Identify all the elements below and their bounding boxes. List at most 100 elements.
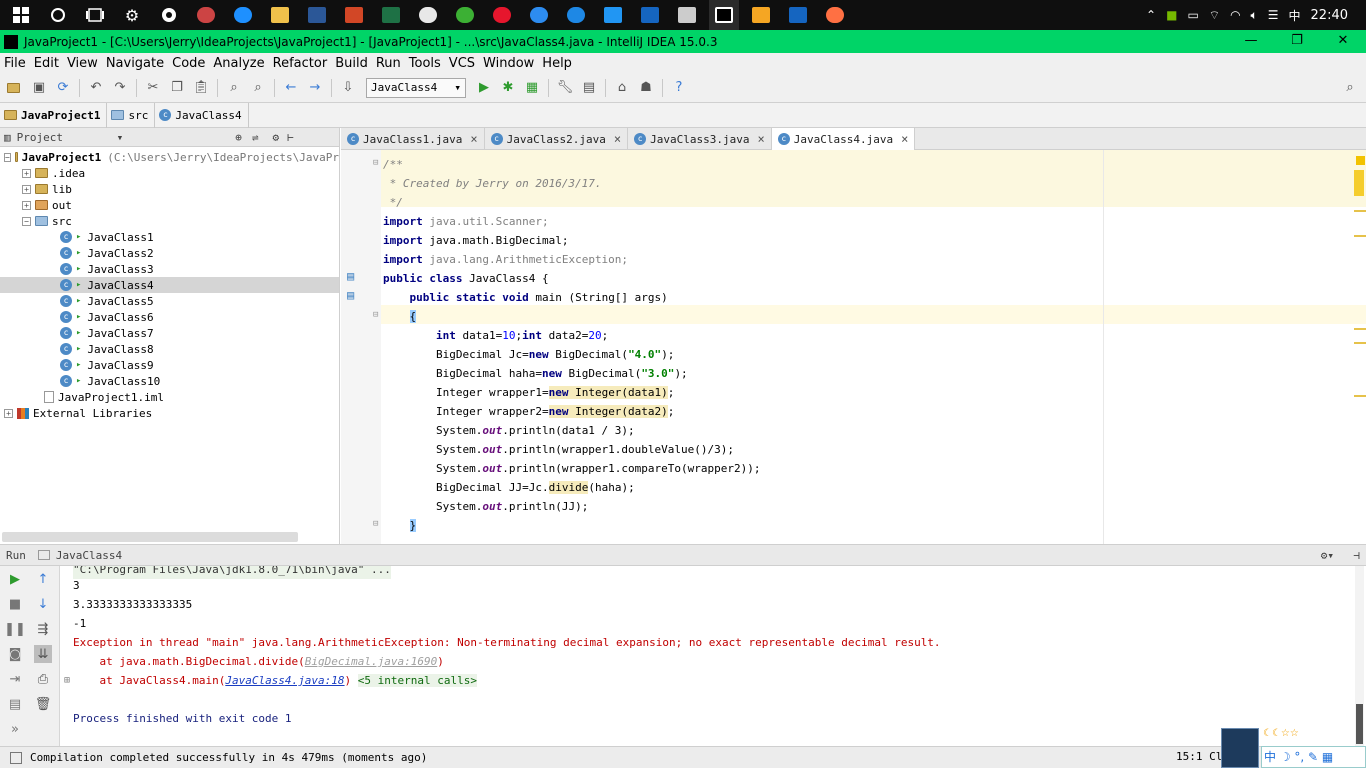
windows-start-icon[interactable] xyxy=(6,0,36,30)
fold-icon[interactable]: ⊟ xyxy=(373,310,378,320)
scroll-from-source-icon[interactable]: ⊕ xyxy=(235,131,242,144)
menu-file[interactable]: File xyxy=(4,56,26,71)
gear-icon[interactable]: ⚙ xyxy=(273,131,280,144)
help-icon[interactable]: ? xyxy=(670,79,688,97)
word-icon[interactable] xyxy=(302,0,332,30)
nvidia-icon[interactable]: ■ xyxy=(1166,8,1177,22)
rerun-icon[interactable]: ▶ xyxy=(6,570,24,588)
vm-icon[interactable] xyxy=(635,0,665,30)
soft-wrap-icon[interactable]: ⇶ xyxy=(34,620,52,638)
hide-panel-icon[interactable]: ⊣ xyxy=(1353,549,1360,562)
app2-icon[interactable] xyxy=(672,0,702,30)
fold-icon[interactable]: ⊟ xyxy=(373,158,378,168)
photo-icon[interactable] xyxy=(598,0,628,30)
tree-node-class[interactable]: c ▸ JavaClass6 xyxy=(0,309,339,325)
breadcrumb-class[interactable]: c JavaClass4 xyxy=(155,102,249,128)
tree-node-class[interactable]: c ▸ JavaClass9 xyxy=(0,357,339,373)
collapse-icon[interactable]: − xyxy=(4,152,11,162)
up-arrow-icon[interactable]: ↑ xyxy=(34,570,52,588)
open-folder-icon[interactable] xyxy=(6,79,24,97)
menu-navigate[interactable]: Navigate xyxy=(106,56,164,71)
media-player-icon[interactable] xyxy=(561,0,591,30)
fold-icon[interactable]: ⊟ xyxy=(373,519,378,529)
project-view-select[interactable]: Project xyxy=(17,131,117,144)
settings-icon[interactable]: 🔧︎ xyxy=(556,79,574,97)
chevron-down-icon[interactable]: ▾ xyxy=(117,131,124,144)
breadcrumb-project[interactable]: JavaProject1 xyxy=(0,102,108,128)
tab-javaclass1[interactable]: c JavaClass1.java × xyxy=(341,128,485,150)
minimize-button[interactable]: — xyxy=(1228,30,1274,53)
settings-gear-icon[interactable]: ⚙ xyxy=(117,0,147,30)
replace-icon[interactable]: ⌕ xyxy=(249,79,267,97)
tree-node-out[interactable]: + out xyxy=(0,197,339,213)
run-icon[interactable]: ▶ xyxy=(475,79,493,97)
build-icon[interactable]: ⇩ xyxy=(339,79,357,97)
tree-node-class[interactable]: c ▸ JavaClass10 xyxy=(0,373,339,389)
undo-icon[interactable]: ↶ xyxy=(87,79,105,97)
down-arrow-icon[interactable]: ↓ xyxy=(34,595,52,613)
sync-icon[interactable]: ⟳ xyxy=(54,79,72,97)
exit-icon[interactable]: ⇥ xyxy=(6,670,24,688)
powerpoint-icon[interactable] xyxy=(339,0,369,30)
excel-icon[interactable] xyxy=(376,0,406,30)
tree-node-class[interactable]: c ▸ JavaClass3 xyxy=(0,261,339,277)
network-icon[interactable]: ⌔ xyxy=(1209,8,1220,23)
tree-node-class[interactable]: c ▸ JavaClass7 xyxy=(0,325,339,341)
notification-icon[interactable]: ☰ xyxy=(1268,8,1279,22)
collapse-icon[interactable]: − xyxy=(22,216,31,226)
intellij-icon[interactable] xyxy=(709,0,739,30)
tree-node-class[interactable]: c ▸ JavaClass1 xyxy=(0,229,339,245)
warning-marker[interactable] xyxy=(1356,156,1365,165)
dump-threads-icon[interactable]: ◙ xyxy=(6,645,24,663)
clock[interactable]: 22:40 xyxy=(1311,8,1348,23)
close-icon[interactable]: × xyxy=(614,132,621,146)
app4-icon[interactable] xyxy=(820,0,850,30)
menu-build[interactable]: Build xyxy=(335,56,368,71)
menu-window[interactable]: Window xyxy=(483,56,534,71)
close-icon[interactable]: × xyxy=(758,132,765,146)
menu-refactor[interactable]: Refactor xyxy=(273,56,328,71)
gear-icon[interactable]: ⚙▾ xyxy=(1321,549,1334,562)
tree-node-external-libraries[interactable]: + External Libraries xyxy=(0,405,339,421)
run-config-tab[interactable]: JavaClass4 xyxy=(37,549,122,562)
forward-icon[interactable]: → xyxy=(306,79,324,97)
android-icon[interactable]: ☗ xyxy=(637,79,655,97)
mp-icon[interactable] xyxy=(783,0,813,30)
tool-window-toggle-icon[interactable] xyxy=(10,751,22,764)
tab-javaclass2[interactable]: c JavaClass2.java × xyxy=(485,128,629,150)
console-vertical-scrollbar[interactable] xyxy=(1355,566,1364,746)
cortana-icon[interactable] xyxy=(43,0,73,30)
tree-node-project-root[interactable]: − JavaProject1 (C:\Users\Jerry\IdeaProject… xyxy=(0,149,339,165)
implements-gutter-icon[interactable]: ▤ xyxy=(347,288,354,302)
redo-icon[interactable]: ↷ xyxy=(111,79,129,97)
browser-icon[interactable] xyxy=(228,0,258,30)
task-view-icon[interactable] xyxy=(80,0,110,30)
menu-code[interactable]: Code xyxy=(172,56,205,71)
run-configuration-select[interactable]: JavaClass4 ▾ xyxy=(366,77,466,98)
implements-gutter-icon[interactable]: ▤ xyxy=(347,269,354,283)
ime-toolbar[interactable]: 中 ☽ °, ✎ ▦ xyxy=(1261,746,1366,768)
tab-javaclass4-active[interactable]: c JavaClass4.java × xyxy=(771,128,916,150)
tree-node-class-selected[interactable]: c ▸ JavaClass4 xyxy=(0,277,339,293)
paste-icon[interactable]: 📋︎ xyxy=(192,79,210,97)
expand-icon[interactable]: + xyxy=(22,168,31,178)
expand-icon[interactable]: + xyxy=(22,200,31,210)
caret-position[interactable]: 15:1 Cl xyxy=(1176,750,1222,763)
close-icon[interactable]: × xyxy=(901,132,908,146)
tree-node-iml[interactable]: JavaProject1.iml xyxy=(0,389,339,405)
close-button[interactable]: ✕ xyxy=(1320,30,1366,53)
wechat-icon[interactable] xyxy=(450,0,480,30)
expand-icon[interactable]: ⊞ xyxy=(64,675,70,686)
tree-node-class[interactable]: c ▸ JavaClass2 xyxy=(0,245,339,261)
tab-javaclass3[interactable]: c JavaClass3.java × xyxy=(628,128,772,150)
menu-analyze[interactable]: Analyze xyxy=(213,56,264,71)
volume-icon[interactable]: 🔈︎ xyxy=(1251,8,1258,23)
pause-icon[interactable]: ❚❚ xyxy=(4,620,26,638)
expand-icon[interactable]: + xyxy=(22,184,31,194)
collapse-all-icon[interactable]: ⇌ xyxy=(252,131,259,144)
menu-help[interactable]: Help xyxy=(542,56,572,71)
battery-icon[interactable]: ▭ xyxy=(1187,8,1198,22)
hide-panel-icon[interactable]: ⊢ xyxy=(287,131,294,144)
internal-calls-fold[interactable]: <5 internal calls> xyxy=(357,674,478,687)
menu-edit[interactable]: Edit xyxy=(34,56,59,71)
